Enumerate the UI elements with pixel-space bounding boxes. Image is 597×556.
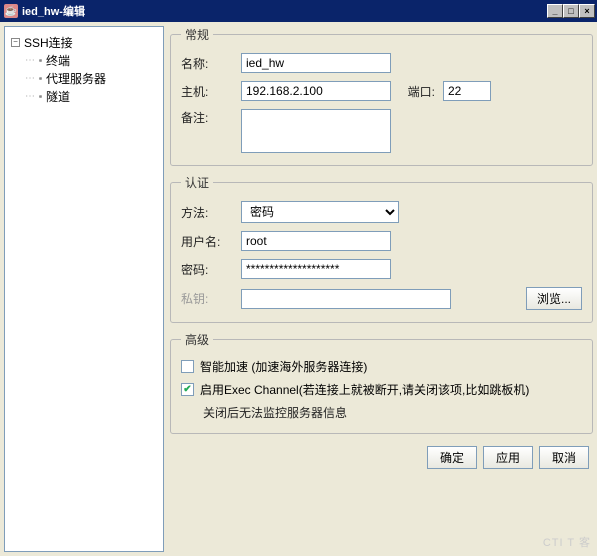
ok-button[interactable]: 确定 [427, 446, 477, 469]
port-label: 端口: [399, 83, 435, 100]
title-bar: ☕ ied_hw-编辑 _ □ × [0, 0, 597, 22]
maximize-button[interactable]: □ [563, 4, 579, 18]
host-label: 主机: [181, 83, 233, 100]
window-title: ied_hw-编辑 [22, 3, 547, 19]
tree-node-icon [39, 59, 42, 62]
exec-channel-label: 启用Exec Channel(若连接上就被断开,请关闭该项,比如跳板机) [200, 381, 529, 398]
group-advanced: 高级 智能加速 (加速海外服务器连接) 启用Exec Channel(若连接上就… [170, 331, 593, 434]
tree-branch-icon: ⋯ [25, 55, 35, 66]
method-select[interactable]: 密码 [241, 201, 399, 223]
password-input[interactable] [241, 259, 391, 279]
sidebar: − SSH连接 ⋯ 终端 ⋯ 代理服务器 ⋯ 隧道 [4, 26, 164, 552]
name-input[interactable] [241, 53, 391, 73]
tree-branch-icon: ⋯ [25, 91, 35, 102]
privatekey-input[interactable] [241, 289, 451, 309]
exec-channel-row[interactable]: 启用Exec Channel(若连接上就被断开,请关闭该项,比如跳板机) [181, 381, 582, 398]
window-buttons: _ □ × [547, 4, 595, 18]
name-label: 名称: [181, 55, 233, 72]
tree-node-icon [39, 95, 42, 98]
method-label: 方法: [181, 204, 233, 221]
password-label: 密码: [181, 261, 233, 278]
java-icon: ☕ [4, 4, 18, 18]
remark-textarea[interactable] [241, 109, 391, 153]
apply-button[interactable]: 应用 [483, 446, 533, 469]
privatekey-label: 私钥: [181, 290, 233, 307]
minimize-button[interactable]: _ [547, 4, 563, 18]
port-input[interactable] [443, 81, 491, 101]
tree-root-label: SSH连接 [24, 34, 73, 51]
browse-button[interactable]: 浏览... [526, 287, 582, 310]
smart-accel-label: 智能加速 (加速海外服务器连接) [200, 358, 367, 375]
exec-channel-checkbox[interactable] [181, 383, 194, 396]
tree-node-icon [39, 77, 42, 80]
group-auth-legend: 认证 [181, 174, 213, 191]
tree-item-label: 隧道 [46, 88, 70, 105]
exec-channel-note: 关闭后无法监控服务器信息 [181, 404, 582, 421]
tree-item-proxy[interactable]: ⋯ 代理服务器 [11, 69, 157, 87]
smart-accel-row[interactable]: 智能加速 (加速海外服务器连接) [181, 358, 582, 375]
tree-branch-icon: ⋯ [25, 73, 35, 84]
group-general: 常规 名称: 主机: 端口: 备注: [170, 26, 593, 166]
close-button[interactable]: × [579, 4, 595, 18]
username-input[interactable] [241, 231, 391, 251]
content-area: − SSH连接 ⋯ 终端 ⋯ 代理服务器 ⋯ 隧道 常规 [0, 22, 597, 556]
tree-item-tunnel[interactable]: ⋯ 隧道 [11, 87, 157, 105]
group-general-legend: 常规 [181, 26, 213, 43]
group-auth: 认证 方法: 密码 用户名: 密码: 私钥: 浏览... [170, 174, 593, 323]
tree-item-label: 终端 [46, 52, 70, 69]
collapse-icon[interactable]: − [11, 38, 20, 47]
main-panel: 常规 名称: 主机: 端口: 备注: 认证 方法: 密码 [170, 26, 593, 552]
remark-label: 备注: [181, 109, 233, 126]
tree-item-terminal[interactable]: ⋯ 终端 [11, 51, 157, 69]
tree-root-item[interactable]: − SSH连接 [11, 33, 157, 51]
tree-item-label: 代理服务器 [46, 70, 106, 87]
dialog-footer: 确定 应用 取消 [170, 442, 593, 469]
smart-accel-checkbox[interactable] [181, 360, 194, 373]
tree: − SSH连接 ⋯ 终端 ⋯ 代理服务器 ⋯ 隧道 [11, 33, 157, 105]
host-input[interactable] [241, 81, 391, 101]
group-advanced-legend: 高级 [181, 331, 213, 348]
username-label: 用户名: [181, 233, 233, 250]
cancel-button[interactable]: 取消 [539, 446, 589, 469]
